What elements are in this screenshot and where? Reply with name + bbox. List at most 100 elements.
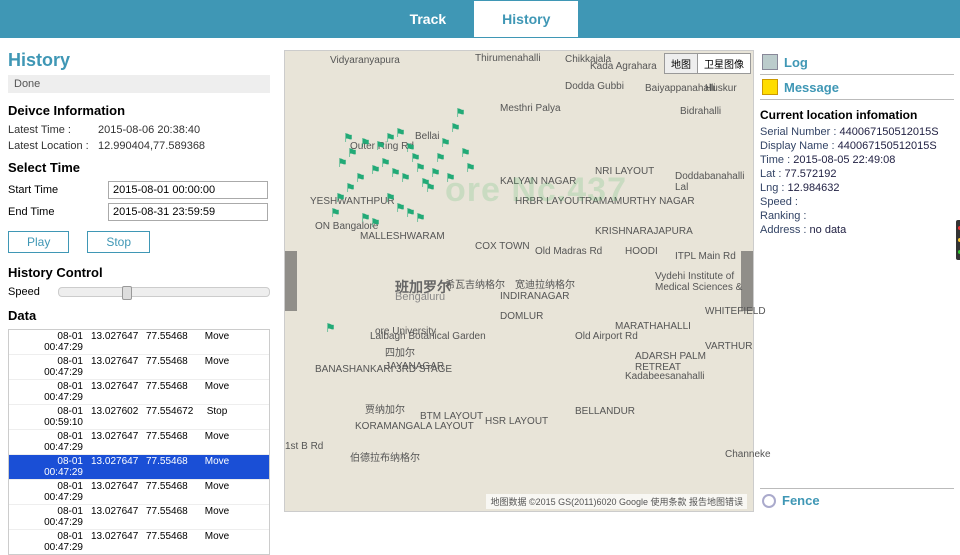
map-place-label: ITPL Main Rd xyxy=(675,251,736,262)
table-cell: 77.55468 xyxy=(142,480,197,504)
slider-thumb[interactable] xyxy=(122,286,132,300)
fence-tab[interactable]: Fence xyxy=(760,488,954,512)
speed-row: Speed : xyxy=(760,196,954,208)
fence-icon xyxy=(762,494,776,508)
map-place-label: 宽迪拉纳格尔 xyxy=(515,276,575,291)
tab-track[interactable]: Track xyxy=(382,1,475,37)
table-cell: Move xyxy=(197,355,237,379)
latest-location-label: Latest Location : xyxy=(8,140,98,152)
map-marker-icon[interactable]: ⚑ xyxy=(343,131,354,145)
map-marker-icon[interactable]: ⚑ xyxy=(370,216,381,230)
table-row[interactable]: 08-01 00:59:1013.02760277.554672Stop xyxy=(9,405,269,430)
map-marker-icon[interactable]: ⚑ xyxy=(330,206,341,220)
table-cell: 08-01 00:47:29 xyxy=(9,505,87,529)
table-row[interactable]: 08-01 00:47:2913.02764777.55468Move xyxy=(9,380,269,405)
table-cell: 08-01 00:47:29 xyxy=(9,530,87,554)
end-time-label: End Time xyxy=(8,206,108,218)
map-place-label: INDIRANAGAR xyxy=(500,291,569,302)
table-cell: 77.55468 xyxy=(142,530,197,554)
data-table: 08-01 00:47:2913.02764777.55468Move08-01… xyxy=(8,329,270,555)
tab-history[interactable]: History xyxy=(474,1,578,37)
table-row[interactable]: 08-01 00:47:2913.02764777.55468Move xyxy=(9,505,269,530)
map-marker-icon[interactable]: ⚑ xyxy=(345,181,356,195)
table-cell: Move xyxy=(197,380,237,404)
map-marker-icon[interactable]: ⚑ xyxy=(435,151,446,165)
map-marker-icon[interactable]: ⚑ xyxy=(325,321,336,335)
log-tab[interactable]: Log xyxy=(760,50,954,75)
log-label: Log xyxy=(784,55,808,70)
map-collapse-left[interactable] xyxy=(285,251,297,311)
table-row[interactable]: 08-01 00:47:2913.02764777.55468Move xyxy=(9,330,269,355)
fence-label: Fence xyxy=(782,493,820,508)
end-time-row: End Time xyxy=(8,203,270,221)
map-marker-icon[interactable]: ⚑ xyxy=(415,211,426,225)
svg-text:🛡: 🛡 xyxy=(730,380,745,394)
table-row[interactable]: 08-01 00:47:2913.02764777.55468Move xyxy=(9,530,269,554)
map-type-map[interactable]: 地图 xyxy=(665,54,698,73)
map-place-label: Vidyaranyapura xyxy=(330,55,400,66)
map-type-sat[interactable]: 卫星图像 xyxy=(698,54,750,73)
map-marker-icon[interactable]: ⚑ xyxy=(360,136,371,150)
map-marker-icon[interactable]: ⚑ xyxy=(450,121,461,135)
speed-label: Speed xyxy=(8,286,58,298)
table-cell: 13.027602 xyxy=(87,405,142,429)
time-row: Time : 2015-08-05 22:49:08 xyxy=(760,154,954,166)
table-cell: 08-01 00:47:29 xyxy=(9,455,87,479)
map-marker-icon[interactable]: ⚑ xyxy=(430,166,441,180)
right-panel: Log Message Current location infomation … xyxy=(760,50,960,512)
table-cell: 77.55468 xyxy=(142,355,197,379)
table-cell: 77.55468 xyxy=(142,380,197,404)
map-marker-icon[interactable]: ⚑ xyxy=(400,171,411,185)
ranking-row: Ranking : xyxy=(760,210,954,222)
table-row[interactable]: 08-01 00:47:2913.02764777.55468Move xyxy=(9,455,269,480)
table-row[interactable]: 08-01 00:47:2913.02764777.55468Move xyxy=(9,480,269,505)
map-marker-icon[interactable]: ⚑ xyxy=(455,106,466,120)
map-place-label: Lalbagh Botanical Garden xyxy=(370,331,486,342)
end-time-input[interactable] xyxy=(108,203,268,221)
table-cell: Move xyxy=(197,530,237,554)
table-row[interactable]: 08-01 00:47:2913.02764777.55468Move xyxy=(9,355,269,380)
map-place-label: YESHWANTHPUR xyxy=(310,196,395,207)
start-time-input[interactable] xyxy=(108,181,268,199)
map-marker-icon[interactable]: ⚑ xyxy=(347,146,358,160)
latest-location-value: 12.990404,77.589368 xyxy=(98,140,205,152)
watermark-text: ore Nc.437 xyxy=(445,171,627,210)
city-label-en: Bengaluru xyxy=(395,291,445,303)
speed-slider[interactable] xyxy=(58,287,270,297)
map-place-label: 1st B Rd xyxy=(285,441,323,452)
table-cell: 08-01 00:47:29 xyxy=(9,355,87,379)
map-marker-icon[interactable]: ⚑ xyxy=(335,191,346,205)
device-info-title: Deivce Information xyxy=(8,103,270,118)
map-marker-icon[interactable]: ⚑ xyxy=(370,163,381,177)
map-marker-icon[interactable]: ⚑ xyxy=(425,181,436,195)
map-place-label: 四加尔 xyxy=(385,344,415,359)
map-marker-icon[interactable]: ⚑ xyxy=(380,156,391,170)
start-time-row: Start Time xyxy=(8,181,270,199)
map-place-label: Vydehi Institute of Medical Sciences & xyxy=(655,271,753,293)
table-cell: 13.027647 xyxy=(87,505,142,529)
status-bar: Done xyxy=(8,75,270,93)
svg-text:🛡: 🛡 xyxy=(596,270,611,284)
table-cell: 08-01 00:47:29 xyxy=(9,430,87,454)
map-place-label: MALLESHWARAM xyxy=(360,231,445,242)
table-row[interactable]: 08-01 00:47:2913.02764777.55468Move xyxy=(9,430,269,455)
stop-button[interactable]: Stop xyxy=(87,231,150,253)
map-marker-icon[interactable]: ⚑ xyxy=(390,166,401,180)
message-tab[interactable]: Message xyxy=(760,75,954,100)
table-cell: 77.55468 xyxy=(142,455,197,479)
page-title: History xyxy=(8,50,270,71)
map-marker-icon[interactable]: ⚑ xyxy=(395,126,406,140)
table-cell: 08-01 00:47:29 xyxy=(9,380,87,404)
map-place-label: Huskur xyxy=(705,83,737,94)
play-button[interactable]: Play xyxy=(8,231,69,253)
map-marker-icon[interactable]: ⚑ xyxy=(415,161,426,175)
map-collapse-right[interactable] xyxy=(741,251,753,311)
table-cell: Move xyxy=(197,330,237,354)
map-canvas[interactable]: 🛡🛡🛡🛡🛡VidyaranyapuraThirumenahalliKada Ag… xyxy=(284,50,754,512)
map-marker-icon[interactable]: ⚑ xyxy=(355,171,366,185)
map-place-label: JAYANAGAR xyxy=(385,361,444,372)
map-marker-icon[interactable]: ⚑ xyxy=(440,136,451,150)
map-marker-icon[interactable]: ⚑ xyxy=(460,146,471,160)
table-cell: Move xyxy=(197,480,237,504)
message-icon xyxy=(762,79,778,95)
